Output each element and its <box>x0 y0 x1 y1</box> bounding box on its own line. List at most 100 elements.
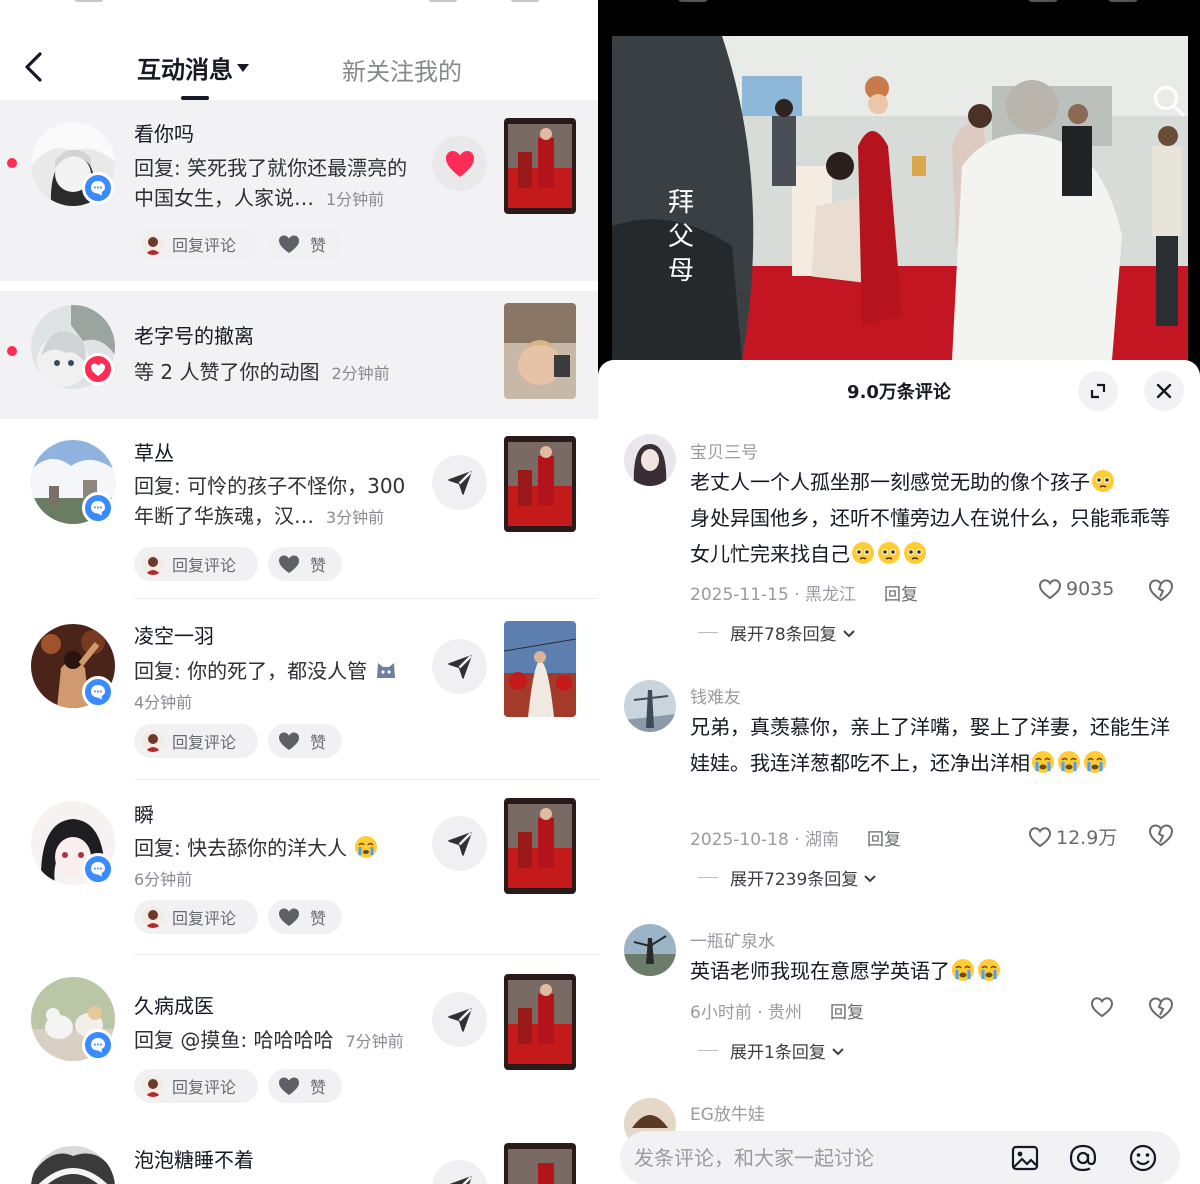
username[interactable]: 瞬 <box>134 799 154 828</box>
send-arrow-icon <box>447 831 472 856</box>
video-thumbnail[interactable] <box>504 303 576 399</box>
username[interactable]: 久病成医 <box>134 990 214 1019</box>
video-thumbnail[interactable] <box>504 621 576 717</box>
commenter-avatar[interactable] <box>624 924 676 976</box>
divider <box>134 954 598 955</box>
avatar[interactable] <box>31 1146 115 1184</box>
emoji-icon[interactable] <box>1128 1143 1158 1173</box>
image-icon[interactable] <box>1010 1143 1040 1173</box>
send-button[interactable] <box>432 816 487 871</box>
reply-comment-button[interactable]: 回复评论 <box>134 547 258 581</box>
comment-like-button[interactable]: 12.9万 <box>1028 823 1117 850</box>
message-row[interactable]: 凌空一羽 回复: 你的死了，都没人管 4分钟前 回复评论 赞 <box>0 600 598 780</box>
commenter-name[interactable]: 一瓶矿泉水 <box>690 927 775 952</box>
tab-interactions[interactable]: 互动消息 <box>137 50 249 85</box>
back-arrow-icon[interactable] <box>18 48 50 86</box>
send-button[interactable] <box>432 639 487 694</box>
like-pill-button[interactable]: 赞 <box>268 547 342 581</box>
send-button[interactable] <box>432 992 487 1047</box>
video-player[interactable]: 拜父母 <box>612 36 1188 360</box>
messages-header: 互动消息 新关注我的 <box>0 0 598 100</box>
reply-link[interactable]: 回复 <box>830 1003 864 1023</box>
heart-filled-icon <box>445 150 474 177</box>
expand-replies-label: 展开1条回复 <box>730 1043 826 1063</box>
video-thumbnail[interactable] <box>504 1143 576 1184</box>
caret-down-icon <box>237 64 249 72</box>
message-body: 等 2 人赞了你的动图 <box>134 360 320 384</box>
reply-comment-button[interactable]: 回复评论 <box>134 900 258 934</box>
message-row[interactable]: 久病成医 回复 @摸鱼: 哈哈哈哈 7分钟前 回复评论 赞 <box>0 956 598 1130</box>
send-button[interactable] <box>432 1160 487 1184</box>
reply-comment-label: 回复评论 <box>172 733 237 752</box>
dislike-heart-icon[interactable] <box>1148 578 1174 602</box>
close-button[interactable] <box>1144 371 1184 411</box>
comment-input[interactable] <box>634 1140 994 1176</box>
reply-comment-button[interactable]: 回复评论 <box>134 724 258 758</box>
message-text: 等 2 人赞了你的动图 2分钟前 <box>134 357 434 389</box>
username[interactable]: 看你吗 <box>134 118 194 147</box>
video-thumbnail[interactable] <box>504 798 576 894</box>
heart-outline-icon <box>1090 997 1114 1018</box>
loudly-crying-emoji-icon <box>952 959 974 981</box>
unread-dot <box>7 346 17 356</box>
username[interactable]: 草丛 <box>134 437 174 466</box>
username[interactable]: 泡泡糖睡不着 <box>134 1144 254 1173</box>
like-pill-button[interactable]: 赞 <box>268 724 342 758</box>
chevron-down-icon <box>864 874 876 882</box>
message-row[interactable]: 草丛 回复: 可怜的孩子不怪你，300年断了华族魂，汉… 3分钟前 回复评论 赞 <box>0 419 598 599</box>
like-pill-button[interactable]: 赞 <box>268 1069 342 1103</box>
expand-replies[interactable]: 展开78条回复 <box>698 620 857 645</box>
like-pill-button[interactable]: 赞 <box>268 227 342 261</box>
comment-body: 老丈人一个人孤坐那一刻感觉无助的像个孩子 <box>690 470 1090 494</box>
expand-replies[interactable]: 展开7239条回复 <box>698 865 878 890</box>
like-pill-button[interactable]: 赞 <box>268 900 342 934</box>
commenter-name[interactable]: EG放牛娃 <box>690 1100 765 1125</box>
messages-panel: 互动消息 新关注我的 看你吗 回复: 笑死我了就你还最漂亮的中国女生，人家说… 1… <box>0 0 598 1184</box>
video-thumbnail[interactable] <box>504 436 576 532</box>
mini-avatar <box>142 730 164 752</box>
tab-interactions-label: 互动消息 <box>137 56 233 84</box>
dislike-heart-icon[interactable] <box>1148 823 1174 847</box>
reply-comment-button[interactable]: 回复评论 <box>134 227 258 261</box>
reply-link[interactable]: 回复 <box>867 830 901 850</box>
video-thumbnail[interactable] <box>504 974 576 1070</box>
message-row[interactable]: 老字号的撤离 等 2 人赞了你的动图 2分钟前 <box>0 281 598 419</box>
reply-link[interactable]: 回复 <box>884 585 918 605</box>
comment-like-button[interactable] <box>1090 996 1118 1018</box>
like-label: 赞 <box>310 556 327 575</box>
loudly-crying-emoji-icon <box>1032 751 1054 773</box>
dislike-heart-icon[interactable] <box>1148 996 1174 1020</box>
tab-new-followers[interactable]: 新关注我的 <box>342 52 462 87</box>
reply-comment-button[interactable]: 回复评论 <box>134 1069 258 1103</box>
message-row[interactable]: 瞬 回复: 快去舔你的洋大人 6分钟前 回复评论 赞 <box>0 781 598 955</box>
loudly-crying-emoji-icon <box>1084 751 1106 773</box>
like-button[interactable] <box>432 136 487 191</box>
video-thumbnail[interactable] <box>504 118 576 214</box>
like-label: 赞 <box>310 236 327 255</box>
reply-comment-label: 回复评论 <box>172 556 237 575</box>
at-mention-icon[interactable] <box>1068 1143 1098 1173</box>
comment-input-bar <box>620 1131 1180 1184</box>
expand-icon <box>1090 383 1106 399</box>
comment-meta: 6小时前 · 贵州 回复 <box>690 1003 865 1023</box>
commenter-avatar[interactable] <box>624 680 676 732</box>
message-row[interactable]: 看你吗 回复: 笑死我了就你还最漂亮的中国女生，人家说… 1分钟前 回复评论 赞 <box>0 100 598 281</box>
heart-icon <box>279 235 299 253</box>
comment-like-button[interactable]: 9035 <box>1038 578 1114 600</box>
commenter-avatar[interactable] <box>624 434 676 486</box>
video-comments-panel: 拜父母 9.0万条评论 宝贝三号 老丈人一个人孤坐那一刻感觉无助的像个孩子 身处… <box>598 0 1200 1184</box>
divider <box>134 779 598 780</box>
send-button[interactable] <box>432 455 487 510</box>
expand-button[interactable] <box>1078 371 1118 411</box>
commenter-name[interactable]: 钱难友 <box>690 683 741 708</box>
mini-avatar <box>142 553 164 575</box>
message-row[interactable]: 泡泡糖睡不着 <box>0 1130 598 1184</box>
comment-body-continued: 身处异国他乡，还听不懂旁边人在说什么，只能乖乖等女儿忙完来找自己 <box>690 506 1170 566</box>
search-icon[interactable] <box>1152 84 1186 118</box>
chevron-down-icon <box>832 1047 844 1055</box>
username[interactable]: 老字号的撤离 <box>134 320 254 349</box>
commenter-name[interactable]: 宝贝三号 <box>690 438 758 463</box>
username[interactable]: 凌空一羽 <box>134 620 214 649</box>
close-icon <box>1156 383 1172 399</box>
expand-replies[interactable]: 展开1条回复 <box>698 1038 846 1063</box>
